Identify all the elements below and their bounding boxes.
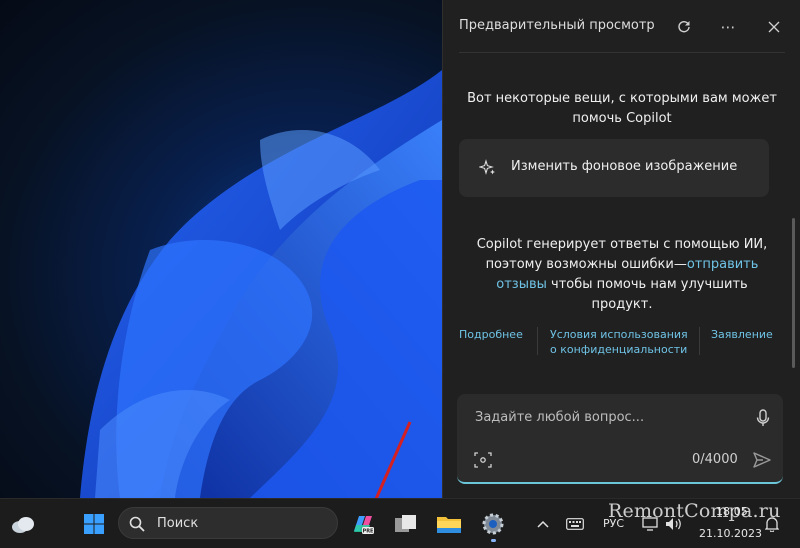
statement-link[interactable]: Заявление	[711, 327, 773, 342]
start-button[interactable]	[79, 509, 109, 539]
more-info-link[interactable]: Подробнее	[459, 327, 523, 342]
active-indicator	[491, 539, 496, 542]
send-icon[interactable]	[751, 449, 773, 471]
chevron-up-icon	[537, 520, 549, 528]
copilot-pane: Предварительный просмотр ⋯ Вот некоторые…	[442, 0, 800, 498]
intro-text: Вот некоторые вещи, с которыми вам может…	[467, 91, 777, 126]
taskbar-search[interactable]: Поиск	[118, 507, 338, 539]
header-divider	[459, 52, 785, 53]
keyboard-button[interactable]	[562, 509, 588, 539]
file-explorer-button[interactable]	[434, 509, 464, 539]
copilot-taskbar-button[interactable]: PRE	[348, 509, 378, 539]
more-button[interactable]: ⋯	[715, 14, 741, 40]
refresh-button[interactable]	[671, 14, 697, 40]
weather-icon	[12, 517, 34, 533]
windows-logo-icon	[84, 514, 104, 534]
show-hidden-icons-button[interactable]	[530, 509, 556, 539]
microphone-icon[interactable]	[752, 407, 774, 429]
copilot-title: Предварительный просмотр	[459, 18, 655, 33]
folder-icon	[437, 517, 461, 533]
task-view-button[interactable]	[391, 509, 421, 539]
clock-date[interactable]: 21.10.2023	[699, 527, 762, 540]
search-label: Поиск	[157, 516, 199, 531]
more-icon: ⋯	[720, 18, 736, 36]
refresh-icon	[678, 21, 690, 33]
weather-widget[interactable]	[8, 509, 38, 539]
copilot-header: Предварительный просмотр ⋯	[443, 0, 800, 54]
settings-button[interactable]	[478, 509, 508, 542]
gear-icon	[482, 513, 504, 535]
task-view-icon	[395, 515, 416, 532]
close-icon	[768, 21, 780, 33]
disclaimer-text: Copilot генерирует ответы с помощью ИИ, …	[471, 235, 773, 315]
character-counter: 0/4000	[692, 452, 738, 467]
privacy-link[interactable]: о конфиденциальности	[550, 342, 687, 357]
scrollbar[interactable]	[792, 218, 795, 368]
copilot-icon: PRE	[354, 516, 375, 535]
question-input[interactable]	[473, 409, 737, 426]
composer: 0/4000	[457, 394, 783, 484]
disclaimer-part2: чтобы помочь нам улучшить продукт.	[546, 277, 748, 312]
keyboard-icon	[566, 518, 584, 530]
sparkle-icon	[479, 159, 495, 175]
svg-text:PRE: PRE	[363, 529, 375, 535]
footer-separator	[537, 327, 538, 355]
search-icon	[129, 516, 145, 532]
watermark: RemontCompa.ru	[608, 500, 781, 522]
suggestion-card[interactable]: Изменить фоновое изображение	[459, 139, 769, 197]
screenshot-icon[interactable]	[473, 450, 493, 470]
footer-separator	[699, 327, 700, 355]
footer-links: Подробнее Условия использования о конфид…	[459, 325, 785, 359]
close-button[interactable]	[761, 14, 787, 40]
suggestion-label: Изменить фоновое изображение	[511, 159, 738, 174]
terms-link[interactable]: Условия использования	[550, 327, 688, 342]
